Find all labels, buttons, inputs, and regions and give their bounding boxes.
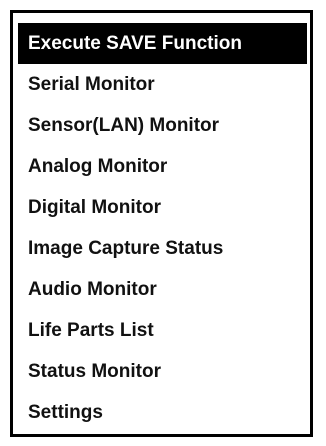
menu-item-image-capture-status[interactable]: Image Capture Status — [18, 228, 307, 269]
menu-list: Execute SAVE Function Serial Monitor Sen… — [13, 13, 310, 433]
menu-item-digital-monitor[interactable]: Digital Monitor — [18, 187, 307, 228]
menu-item-life-parts-list[interactable]: Life Parts List — [18, 310, 307, 351]
menu-item-status-monitor[interactable]: Status Monitor — [18, 351, 307, 392]
monitor-menu-panel: Execute SAVE Function Serial Monitor Sen… — [10, 10, 313, 437]
menu-item-execute-save-function[interactable]: Execute SAVE Function — [18, 23, 307, 64]
menu-item-serial-monitor[interactable]: Serial Monitor — [18, 64, 307, 105]
menu-item-settings[interactable]: Settings — [18, 392, 307, 433]
menu-item-analog-monitor[interactable]: Analog Monitor — [18, 146, 307, 187]
menu-item-sensor-lan-monitor[interactable]: Sensor(LAN) Monitor — [18, 105, 307, 146]
menu-item-audio-monitor[interactable]: Audio Monitor — [18, 269, 307, 310]
